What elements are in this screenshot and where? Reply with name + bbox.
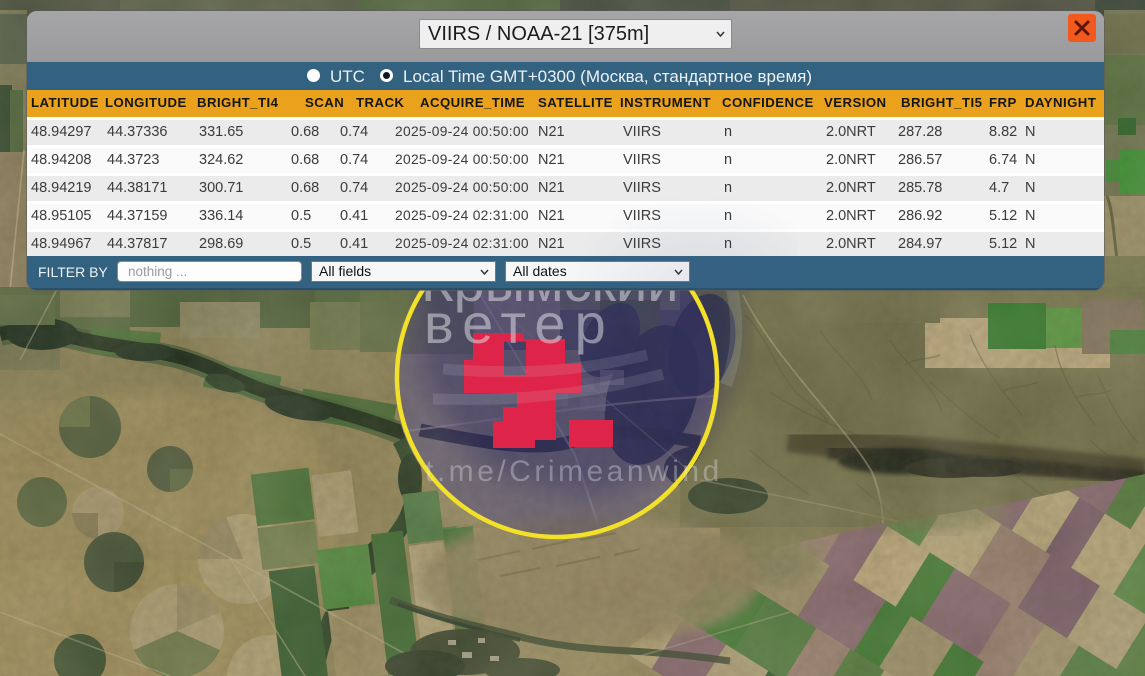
svg-text:t.me/Crimeanwind: t.me/Crimeanwind: [425, 455, 723, 488]
svg-text:ветер: ветер: [424, 292, 615, 355]
